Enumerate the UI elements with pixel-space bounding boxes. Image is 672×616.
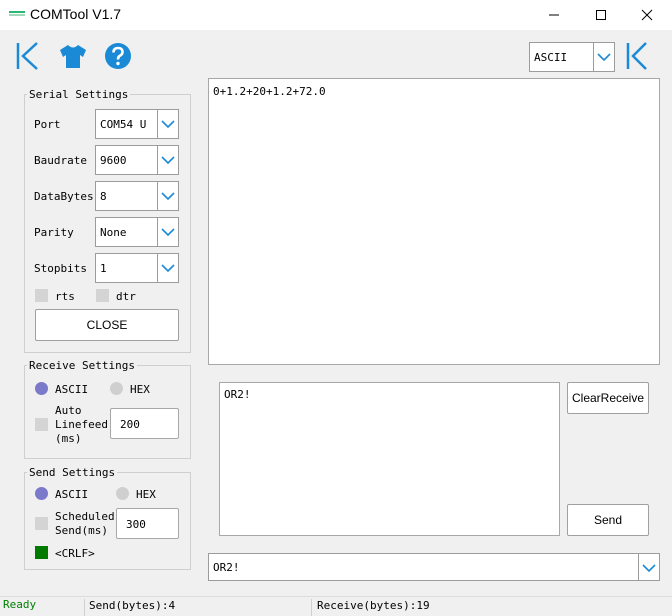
scheduled-send-label-line-2: Send(ms)	[55, 524, 108, 537]
receive-ascii-label: ASCII	[55, 383, 89, 396]
crlf-checkbox[interactable]	[35, 546, 48, 559]
port-value: COM54 U	[100, 118, 147, 131]
scheduled-send-label: Scheduled Send(ms)	[55, 510, 115, 538]
auto-linefeed-value: 200	[120, 418, 140, 431]
databytes-select[interactable]: 8	[95, 181, 179, 211]
hide-panel-icon	[626, 42, 647, 70]
receive-textarea[interactable]: 0+1.2+20+1.2+72.0	[208, 78, 660, 365]
databytes-value: 8	[100, 190, 107, 203]
close-icon	[641, 9, 653, 21]
auto-linefeed-checkbox[interactable]	[35, 418, 48, 431]
minimize-icon	[549, 14, 559, 16]
clear-receive-button[interactable]: ClearReceive	[567, 382, 649, 414]
status-send-bytes: Send(bytes):4	[89, 599, 176, 612]
rts-checkbox[interactable]	[35, 289, 48, 302]
close-port-button[interactable]: CLOSE	[35, 309, 179, 341]
minimize-button[interactable]	[531, 0, 577, 30]
maximize-button[interactable]	[578, 0, 624, 30]
encoding-select-value: ASCII	[534, 51, 568, 64]
scheduled-send-value: 300	[126, 518, 146, 531]
close-window-button[interactable]	[624, 0, 670, 30]
databytes-label: DataBytes	[34, 190, 94, 203]
crlf-label: <CRLF>	[55, 547, 95, 560]
chevron-down-icon	[638, 554, 659, 580]
auto-linefeed-label: Auto Linefeed (ms)	[55, 404, 108, 446]
scheduled-send-input[interactable]: 300	[116, 508, 179, 539]
chevron-down-icon	[593, 43, 614, 71]
maximize-icon	[596, 10, 606, 20]
scheduled-send-checkbox[interactable]	[35, 517, 48, 530]
send-text: OR2!	[224, 388, 251, 401]
serial-settings-legend: Serial Settings	[29, 88, 129, 101]
app-logo-icon	[9, 11, 25, 17]
hide-function-panel-button[interactable]	[624, 40, 652, 72]
send-history-select[interactable]: OR2!	[208, 553, 660, 581]
send-ascii-radio[interactable]	[35, 487, 48, 500]
parity-select[interactable]: None	[95, 217, 179, 247]
receive-text: 0+1.2+20+1.2+72.0	[213, 85, 326, 98]
auto-linefeed-label-line-1: Auto	[55, 404, 82, 417]
send-button[interactable]: Send	[567, 504, 649, 536]
receive-hex-radio[interactable]	[110, 382, 123, 395]
send-hex-radio[interactable]	[116, 487, 129, 500]
port-select[interactable]: COM54 U	[95, 109, 179, 139]
auto-linefeed-label-line-3: (ms)	[55, 432, 82, 445]
dtr-label: dtr	[116, 290, 136, 303]
stopbits-value: 1	[100, 262, 107, 275]
port-label: Port	[34, 118, 61, 131]
baudrate-label: Baudrate	[34, 154, 87, 167]
dtr-checkbox[interactable]	[96, 289, 109, 302]
help-button[interactable]	[102, 40, 134, 72]
parity-label: Parity	[34, 226, 74, 239]
encoding-select[interactable]: ASCII	[529, 42, 615, 72]
status-receive-bytes: Receive(bytes):19	[317, 599, 430, 612]
send-history-value: OR2!	[213, 561, 240, 574]
help-icon	[105, 43, 131, 69]
send-textarea[interactable]: OR2!	[219, 382, 560, 536]
status-bar: Ready Send(bytes):4 Receive(bytes):19	[0, 596, 672, 616]
rts-label: rts	[55, 290, 75, 303]
window-title: COMTool V1.7	[30, 6, 122, 22]
stopbits-label: Stopbits	[34, 262, 87, 275]
hide-panel-button[interactable]	[12, 40, 44, 72]
hide-panel-icon	[16, 42, 38, 70]
chevron-down-icon	[157, 146, 178, 174]
baudrate-select[interactable]: 9600	[95, 145, 179, 175]
status-separator	[311, 599, 312, 616]
chevron-down-icon	[157, 254, 178, 282]
baudrate-value: 9600	[100, 154, 127, 167]
stopbits-select[interactable]: 1	[95, 253, 179, 283]
skin-icon	[60, 45, 86, 68]
status-ready: Ready	[3, 598, 37, 611]
receive-ascii-radio[interactable]	[35, 382, 48, 395]
title-bar: COMTool V1.7	[0, 0, 672, 30]
chevron-down-icon	[157, 182, 178, 210]
send-ascii-label: ASCII	[55, 488, 89, 501]
send-settings-legend: Send Settings	[29, 466, 116, 479]
chevron-down-icon	[157, 218, 178, 246]
parity-value: None	[100, 226, 127, 239]
auto-linefeed-label-line-2: Linefeed	[55, 418, 108, 431]
skin-button[interactable]	[57, 40, 89, 72]
receive-settings-legend: Receive Settings	[29, 359, 135, 372]
receive-hex-label: HEX	[130, 383, 150, 396]
send-hex-label: HEX	[136, 488, 156, 501]
auto-linefeed-input[interactable]: 200	[110, 408, 179, 439]
status-separator	[84, 599, 85, 616]
scheduled-send-label-line-1: Scheduled	[55, 510, 115, 523]
chevron-down-icon	[157, 110, 178, 138]
